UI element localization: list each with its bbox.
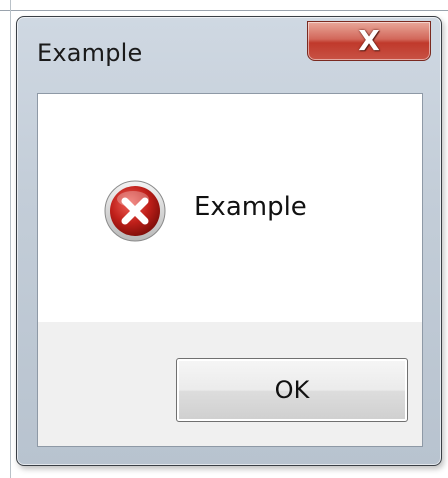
close-icon: X (358, 24, 380, 57)
dialog-client-area: Example OK (37, 93, 423, 447)
close-button[interactable]: X (307, 21, 431, 61)
message-text: Example (194, 192, 307, 222)
ok-button-label: OK (274, 376, 310, 404)
error-icon (104, 180, 166, 242)
button-panel: OK (38, 322, 422, 446)
message-box-window: Example X Example OK (16, 16, 442, 466)
window-title: Example (37, 39, 143, 67)
ok-button[interactable]: OK (176, 358, 408, 422)
message-area: Example (38, 94, 422, 322)
background-divider (0, 10, 448, 11)
background-divider (10, 0, 11, 478)
title-bar[interactable]: Example X (17, 17, 441, 91)
